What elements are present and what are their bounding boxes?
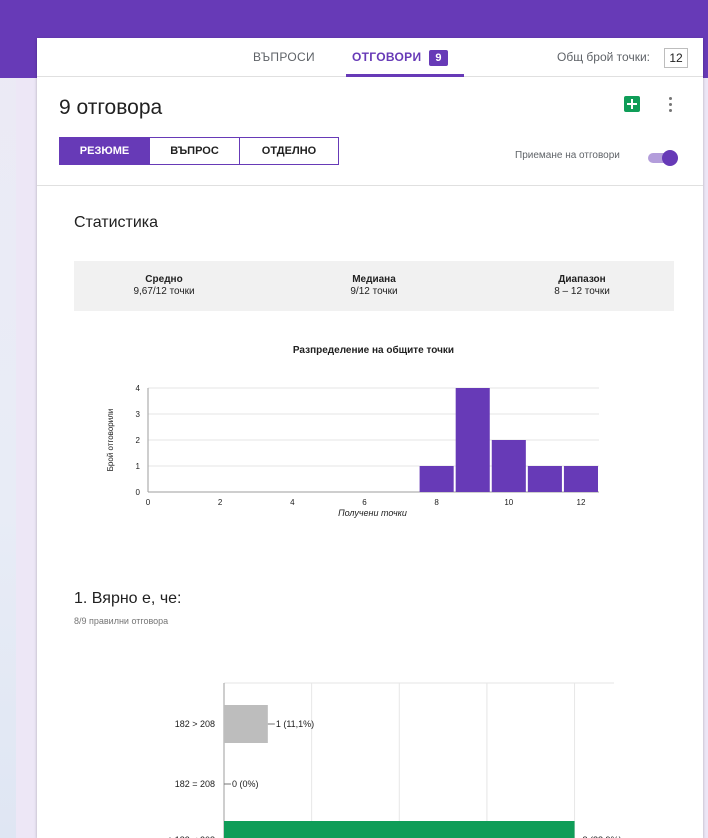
histogram-bar — [491, 440, 526, 492]
form-tabs: ВЪПРОСИ ОТГОВОРИ 9 Общ брой точки: 12 — [37, 38, 703, 77]
y-tick-label: 0 — [136, 488, 141, 497]
y-tick-label: 2 — [136, 436, 141, 445]
toggle-knob — [662, 150, 678, 166]
question-1-title: 1. Вярно е, че: — [74, 590, 182, 607]
stat-mean-value: 9,67/12 точки — [133, 286, 195, 297]
responses-count-badge: 9 — [429, 50, 448, 66]
header-divider — [37, 185, 703, 186]
y-axis-label: Брой отговорили — [106, 409, 115, 472]
total-points-label: Общ брой точки: — [557, 50, 650, 64]
question-1-chart: 182 > 2081 (11,1%)182 = 2080 (0%)✓ 182 <… — [165, 682, 622, 838]
data-label: 0 (0%) — [232, 779, 259, 789]
stat-mean: Средно 9,67/12 точки — [84, 274, 244, 298]
answer-bar — [224, 705, 268, 743]
sheets-icon[interactable] — [624, 96, 640, 112]
tab-responses[interactable]: ОТГОВОРИ 9 — [346, 38, 464, 77]
stat-range-label: Диапазон — [558, 274, 606, 285]
chart-title: Разпределение на общите точки — [293, 344, 454, 356]
stat-range: Диапазон 8 – 12 точки — [502, 274, 662, 298]
view-switcher: РЕЗЮМЕ ВЪПРОС ОТДЕЛНО — [59, 137, 339, 165]
histogram-bar — [419, 466, 454, 492]
more-vert-icon[interactable] — [666, 96, 674, 114]
x-tick-label: 2 — [218, 498, 223, 507]
answer-bar — [224, 821, 575, 838]
stat-median-label: Медиана — [352, 274, 396, 285]
points-distribution-chart: Разпределение на общите точки012340 2 4 6 8 1… — [106, 344, 599, 518]
y-tick-label: 4 — [136, 384, 141, 393]
x-tick-label: 0 — [146, 498, 151, 507]
tab-summary[interactable]: РЕЗЮМЕ — [60, 138, 149, 164]
x-tick-label: 6 — [362, 498, 367, 507]
histogram-bar — [455, 388, 490, 492]
x-tick-label: 10 — [504, 498, 513, 507]
total-points-value[interactable]: 12 — [664, 48, 688, 68]
x-tick-label: 12 — [577, 498, 586, 507]
accepting-responses-label: Приемане на отговори — [515, 150, 620, 161]
accepting-responses-toggle[interactable] — [648, 150, 678, 166]
stat-median-value: 9/12 точки — [350, 286, 398, 297]
tab-question[interactable]: ВЪПРОС — [149, 138, 239, 164]
category-label: 182 = 208 — [175, 779, 215, 789]
stat-median: Медиана 9/12 точки — [294, 274, 454, 298]
category-label: 182 > 208 — [175, 719, 215, 729]
responses-card: ВЪПРОСИ ОТГОВОРИ 9 Общ брой точки: 12 9 о… — [37, 38, 703, 838]
histogram-bar — [563, 466, 598, 492]
y-tick-label: 1 — [136, 462, 141, 471]
tab-responses-label: ОТГОВОРИ — [352, 50, 422, 64]
x-axis-label: Получени точки — [338, 508, 407, 518]
responses-title: 9 отговора — [59, 96, 163, 119]
statistics-title: Статистика — [74, 214, 159, 231]
question-1-correct-count: 8/9 правилни отговора — [74, 616, 169, 626]
active-tab-indicator — [346, 74, 464, 77]
x-tick-label: 4 — [290, 498, 295, 507]
stat-mean-label: Средно — [145, 274, 183, 285]
stat-range-value: 8 – 12 точки — [554, 286, 610, 297]
histogram-bar — [527, 466, 562, 492]
page-left-edge — [0, 0, 16, 838]
tab-individual[interactable]: ОТДЕЛНО — [239, 138, 338, 164]
x-tick-label: 8 — [434, 498, 439, 507]
tab-questions[interactable]: ВЪПРОСИ — [253, 38, 315, 76]
data-label: 1 (11,1%) — [276, 719, 314, 729]
y-tick-label: 3 — [136, 410, 141, 419]
statistics-box: Средно 9,67/12 точки Медиана 9/12 точки … — [74, 261, 674, 311]
